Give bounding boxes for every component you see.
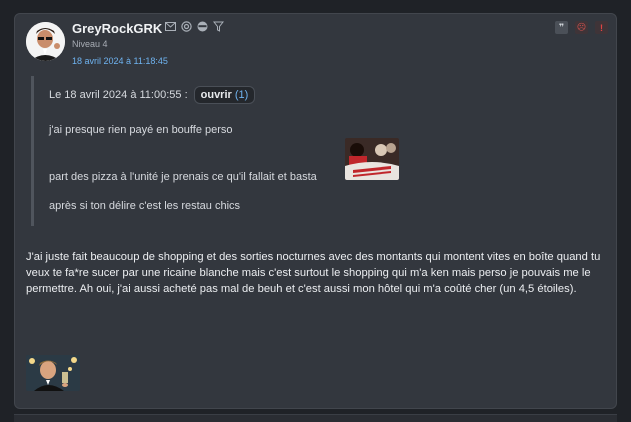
sad-face-icon[interactable]: ☹ bbox=[575, 21, 588, 34]
next-post-edge bbox=[14, 414, 617, 422]
alert-icon[interactable]: ! bbox=[595, 21, 608, 34]
author-name[interactable]: GreyRockGRK bbox=[72, 21, 162, 36]
quote-icon[interactable]: ❞ bbox=[555, 21, 568, 34]
quote-header-text: Le 18 avril 2024 à 11:00:55 : bbox=[49, 89, 188, 101]
at-icon[interactable] bbox=[181, 21, 192, 32]
post-body: J'ai juste fait beaucoup de shopping et … bbox=[26, 251, 601, 296]
pizza-sticker-image[interactable] bbox=[345, 138, 399, 180]
quote-line: part des pizza à l'unité je prenais ce q… bbox=[49, 171, 317, 183]
author-icons bbox=[165, 21, 224, 32]
quote-bar bbox=[31, 76, 34, 226]
quote-header: Le 18 avril 2024 à 11:00:55 : ouvrir (1) bbox=[49, 86, 256, 104]
post-date-link[interactable]: 18 avril 2024 à 11:18:45 bbox=[72, 56, 168, 66]
open-quote-button[interactable]: ouvrir (1) bbox=[193, 86, 256, 104]
forum-post: GreyRockGRK Niveau 4 18 avril 2024 à 11:… bbox=[14, 13, 617, 409]
author-level: Niveau 4 bbox=[72, 39, 108, 49]
post-actions: ❞ ☹ ! bbox=[555, 21, 608, 34]
leo-toast-sticker-image[interactable] bbox=[26, 355, 80, 391]
filter-icon[interactable] bbox=[213, 21, 224, 32]
quote-line: j'ai presque rien payé en bouffe perso bbox=[49, 124, 233, 136]
open-quote-label: ouvrir bbox=[200, 89, 232, 101]
author-avatar[interactable] bbox=[26, 22, 65, 61]
mail-icon[interactable] bbox=[165, 21, 176, 32]
quote-line: après si ton délire c'est les restau chi… bbox=[49, 200, 241, 212]
open-quote-count: (1) bbox=[234, 89, 249, 101]
ninja-icon[interactable] bbox=[197, 21, 208, 32]
